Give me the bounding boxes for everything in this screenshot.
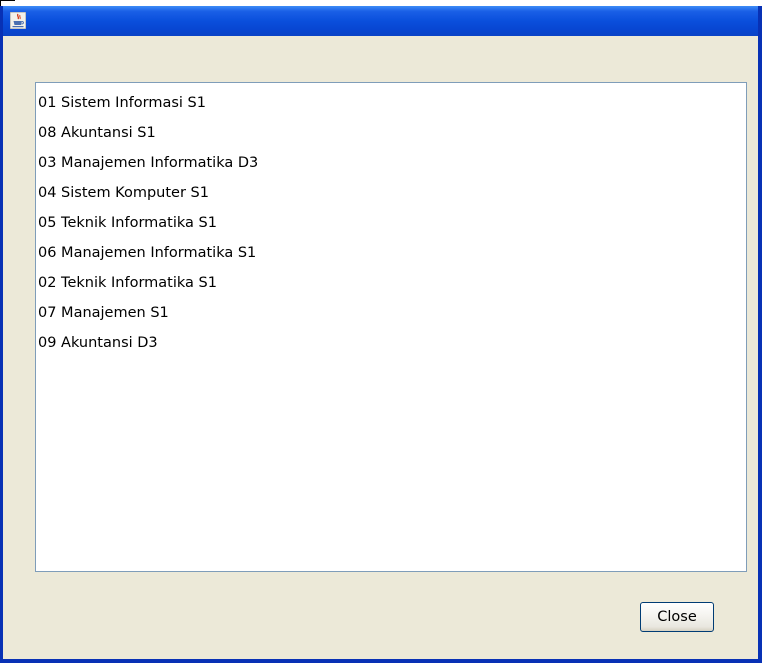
list-item[interactable]: 07 Manajemen S1 [36, 298, 746, 328]
list-item[interactable]: 08 Akuntansi S1 [36, 118, 746, 148]
list-item[interactable]: 01 Sistem Informasi S1 [36, 88, 746, 118]
java-coffee-cup-icon[interactable] [9, 11, 27, 30]
program-list[interactable]: 01 Sistem Informasi S1 08 Akuntansi S1 03 … [35, 82, 747, 572]
close-button[interactable]: Close [640, 602, 714, 632]
list-item[interactable]: 09 Akuntansi D3 [36, 328, 746, 358]
list-item[interactable]: 02 Teknik Informatika S1 [36, 268, 746, 298]
list-item[interactable]: 05 Teknik Informatika S1 [36, 208, 746, 238]
list-item[interactable]: 06 Manajemen Informatika S1 [36, 238, 746, 268]
title-bar[interactable] [3, 6, 758, 36]
dialog-window: 01 Sistem Informasi S1 08 Akuntansi S1 03 … [0, 6, 762, 663]
list-item[interactable]: 04 Sistem Komputer S1 [36, 178, 746, 208]
list-item[interactable]: 03 Manajemen Informatika D3 [36, 148, 746, 178]
dialog-client-area: 01 Sistem Informasi S1 08 Akuntansi S1 03 … [3, 36, 758, 659]
